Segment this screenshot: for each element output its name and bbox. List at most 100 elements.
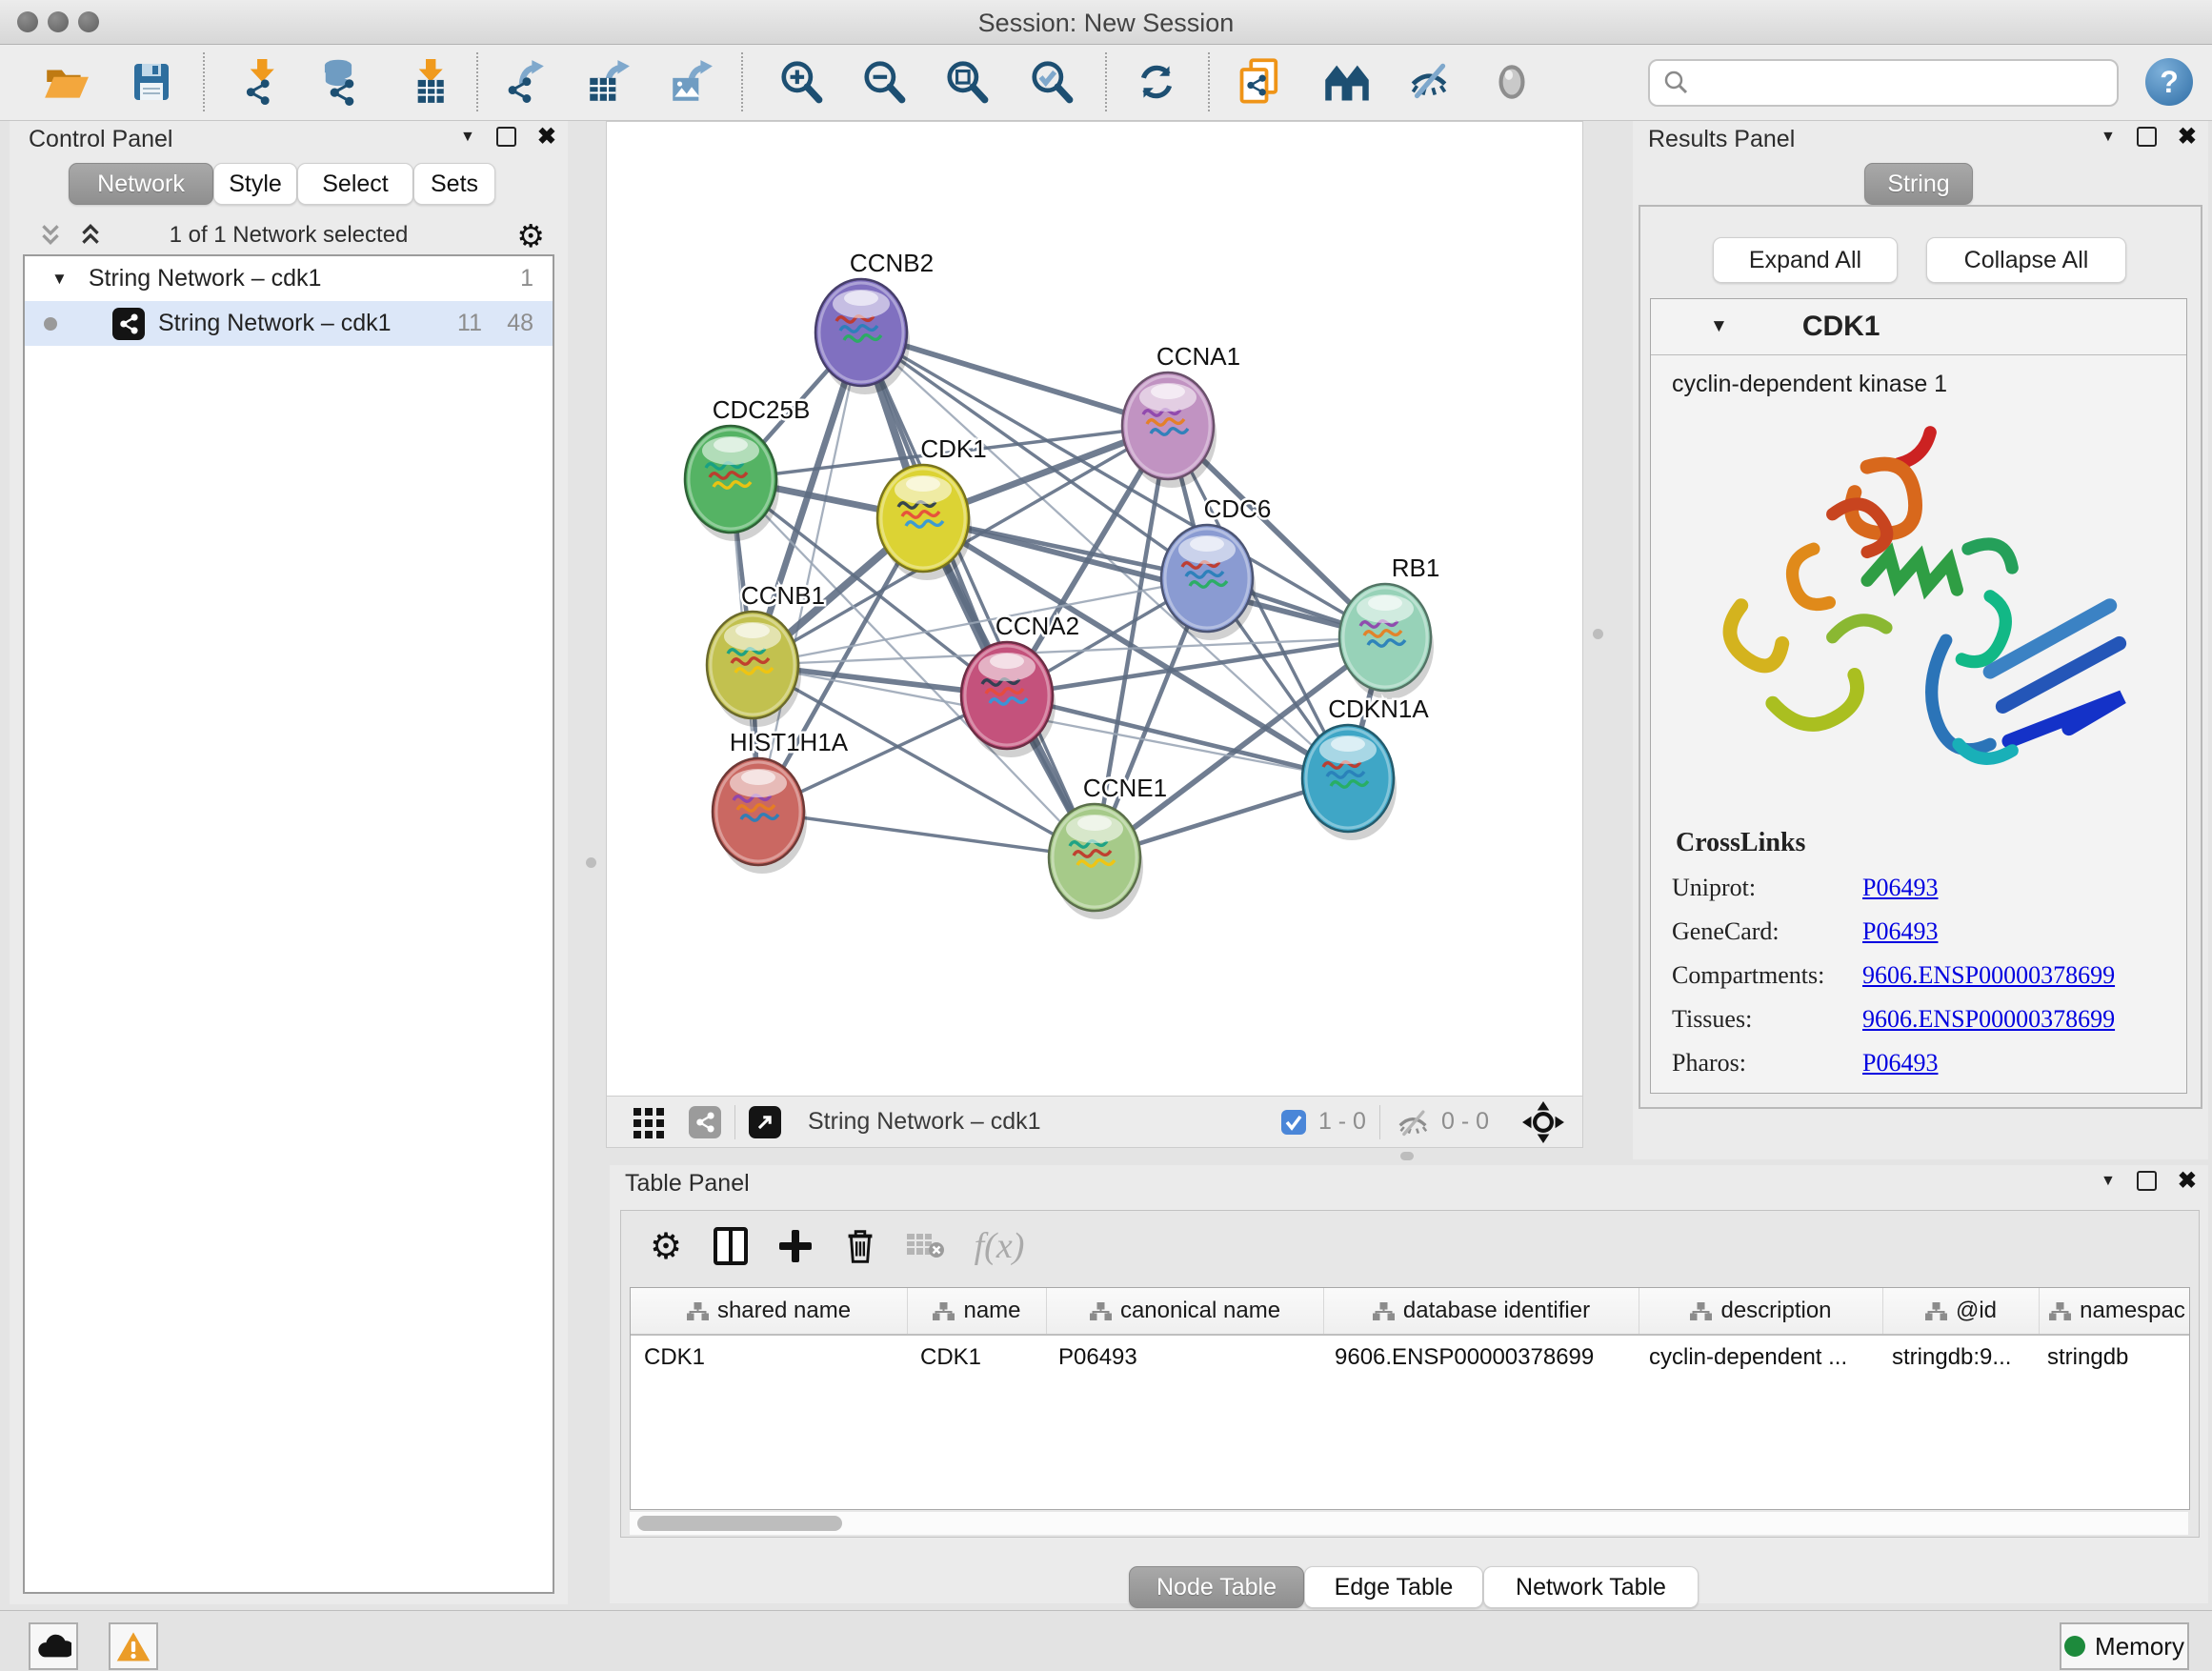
network-row-selected[interactable]: String Network – cdk1 11 48 (25, 301, 553, 346)
crosslink-link[interactable]: 9606.ENSP00000378699 (1862, 961, 2115, 990)
network-list: ▼ String Network – cdk1 1 String Network… (23, 254, 554, 1594)
show-all-icon[interactable] (1486, 56, 1538, 108)
crosslink-label: GeneCard: (1651, 917, 1862, 946)
import-table-icon[interactable] (400, 56, 452, 108)
column-header-canonical-name[interactable]: canonical name (1047, 1288, 1324, 1334)
tree-expand-icon[interactable]: ▼ (51, 270, 68, 289)
refresh-icon[interactable] (1131, 56, 1182, 108)
table-header-row: shared namenamecanonical namedatabase id… (631, 1288, 2189, 1336)
network-node-CCNA2[interactable] (961, 642, 1056, 757)
collapse-panel-icon[interactable]: ▼ (460, 129, 475, 146)
cloud-button[interactable] (29, 1622, 78, 1670)
column-header--id[interactable]: @id (1883, 1288, 2040, 1334)
clone-network-icon[interactable] (1235, 56, 1286, 108)
network-node-CDKN1A[interactable] (1302, 725, 1397, 840)
close-panel-icon[interactable]: ✖ (537, 129, 556, 145)
crosslink-link[interactable]: 9606.ENSP00000378699 (1862, 1005, 2115, 1034)
tab-sets[interactable]: Sets (413, 163, 495, 205)
node-details-header[interactable]: ▼ CDK1 (1651, 299, 2186, 355)
network-edge[interactable] (758, 812, 1095, 857)
network-node-CDK1[interactable] (877, 465, 972, 580)
table-cell: CDK1 (631, 1336, 907, 1379)
network-edge[interactable] (861, 332, 1095, 857)
close-panel-icon[interactable]: ✖ (2178, 129, 2197, 145)
tab-style[interactable]: Style (213, 163, 297, 205)
delete-column-icon[interactable] (838, 1224, 882, 1268)
warnings-button[interactable] (109, 1622, 158, 1670)
network-node-RB1[interactable] (1339, 584, 1434, 699)
crosslink-link[interactable]: P06493 (1862, 1049, 1938, 1077)
network-node-CDC6[interactable] (1161, 525, 1256, 640)
expand-all-button[interactable]: Expand All (1713, 237, 1898, 283)
network-node-CCNE1[interactable] (1049, 804, 1143, 919)
column-header-database-identifier[interactable]: database identifier (1324, 1288, 1639, 1334)
zoom-selected-icon[interactable] (1026, 56, 1077, 108)
memory-button[interactable]: Memory (2060, 1622, 2189, 1670)
export-image-icon[interactable] (665, 56, 716, 108)
network-node-CCNB1[interactable] (707, 612, 801, 727)
table-cell: stringdb (2034, 1336, 2189, 1379)
network-node-CDC25B[interactable] (685, 426, 779, 541)
node-label: RB1 (1392, 554, 1440, 582)
share-view-icon[interactable] (689, 1106, 721, 1138)
column-header-shared-name[interactable]: shared name (631, 1288, 908, 1334)
splitter-handle[interactable] (586, 857, 596, 868)
export-network-icon[interactable] (498, 56, 550, 108)
title-bar: Session: New Session (0, 0, 2212, 45)
zoom-out-icon[interactable] (858, 56, 910, 108)
collapse-panel-icon[interactable]: ▼ (2101, 129, 2116, 146)
zoom-in-icon[interactable] (775, 56, 827, 108)
network-collection-row[interactable]: ▼ String Network – cdk1 1 (25, 256, 553, 301)
tab-edge-table[interactable]: Edge Table (1304, 1566, 1483, 1608)
crosslinks-list: Uniprot:P06493GeneCard:P06493Compartment… (1651, 874, 2186, 1077)
import-network-icon[interactable] (231, 56, 282, 108)
save-session-icon[interactable] (126, 56, 177, 108)
collapse-all-button[interactable]: Collapse All (1926, 237, 2126, 283)
show-columns-icon[interactable] (709, 1224, 753, 1268)
network-node-CCNB2[interactable] (815, 279, 910, 394)
tab-select[interactable]: Select (297, 163, 413, 205)
hide-selected-icon[interactable] (1403, 56, 1455, 108)
selected-checkbox-icon[interactable] (1280, 1109, 1307, 1136)
open-session-icon[interactable] (40, 56, 91, 108)
collapse-entry-icon[interactable]: ▼ (1710, 316, 1728, 337)
hidden-eye-icon[interactable] (1394, 1103, 1432, 1141)
search-input[interactable] (1698, 64, 2117, 102)
column-header-description[interactable]: description (1639, 1288, 1883, 1334)
edge-count: 48 (507, 310, 533, 337)
tab-node-table[interactable]: Node Table (1129, 1566, 1304, 1608)
birds-eye-view-icon[interactable] (1521, 1100, 1565, 1144)
column-header-name[interactable]: name (908, 1288, 1047, 1334)
network-view-canvas[interactable]: CCNB2CCNA1CDC25BCDK1CDC6RB1CCNB1CCNA2CDK… (606, 121, 1583, 1097)
network-node-HIST1H1A[interactable] (713, 758, 807, 874)
table-body: CDK1CDK1P064939606.ENSP00000378699cyclin… (631, 1336, 2189, 1379)
grid-view-icon[interactable] (632, 1104, 668, 1140)
tab-network-table[interactable]: Network Table (1483, 1566, 1699, 1608)
stringapp-home-icon[interactable] (1321, 56, 1373, 108)
collapse-panel-icon[interactable]: ▼ (2101, 1173, 2116, 1190)
zoom-fit-icon[interactable] (941, 56, 993, 108)
float-panel-icon[interactable] (2137, 127, 2157, 147)
table-settings-gear-icon[interactable]: ⚙ (644, 1224, 688, 1268)
close-panel-icon[interactable]: ✖ (2178, 1173, 2197, 1189)
table-row[interactable]: CDK1CDK1P064939606.ENSP00000378699cyclin… (631, 1336, 2189, 1379)
splitter-handle[interactable] (1593, 629, 1603, 639)
network-node-CCNA1[interactable] (1122, 372, 1217, 488)
crosslink-link[interactable]: P06493 (1862, 874, 1938, 902)
float-panel-icon[interactable] (2137, 1171, 2157, 1191)
export-table-icon[interactable] (582, 56, 633, 108)
open-in-new-window-icon[interactable] (749, 1106, 781, 1138)
help-button[interactable]: ? (2145, 58, 2193, 106)
float-panel-icon[interactable] (496, 127, 516, 147)
tab-network[interactable]: Network (69, 163, 213, 205)
import-network-database-icon[interactable] (312, 56, 364, 108)
cloud-icon (35, 1627, 71, 1665)
horizontal-scrollbar[interactable] (630, 1512, 2188, 1535)
add-column-icon[interactable] (774, 1224, 817, 1268)
splitter-handle[interactable] (1400, 1152, 1414, 1160)
column-header-namespac[interactable]: namespac (2040, 1288, 2190, 1334)
crosslink-link[interactable]: P06493 (1862, 917, 1938, 946)
table-cell: P06493 (1045, 1336, 1321, 1379)
tab-string[interactable]: String (1864, 163, 1973, 205)
network-options-gear-icon[interactable]: ⚙ (516, 217, 545, 254)
